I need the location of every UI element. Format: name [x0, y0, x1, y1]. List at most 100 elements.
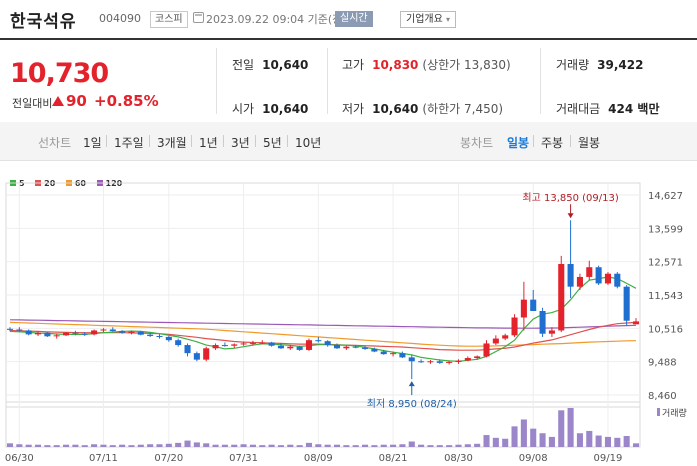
volume-bar	[315, 444, 322, 447]
candle-body	[100, 329, 107, 331]
candle-body	[44, 332, 51, 337]
volume-bar	[212, 444, 219, 447]
candle-body	[333, 345, 341, 349]
volume-bar	[483, 435, 490, 447]
x-tick-label: 06/30	[5, 453, 34, 464]
volume-bar	[520, 419, 527, 447]
candle-body	[343, 346, 350, 349]
candle-body	[427, 361, 434, 363]
candle-body	[558, 263, 565, 331]
x-tick-label: 09/08	[519, 453, 548, 464]
candle-body	[315, 340, 322, 342]
y-tick-label: 13,599	[648, 224, 683, 235]
candle-body	[277, 345, 284, 349]
candle-body	[371, 348, 378, 352]
candle-body	[511, 317, 518, 336]
candle-body	[464, 358, 471, 361]
volume-bar	[296, 445, 303, 447]
volume-bar	[371, 445, 378, 447]
volume-bar	[436, 445, 443, 447]
candlestick-chart: 14,627 13,599 12,571 11,543 10,516 9,488 8,460…	[5, 182, 687, 464]
volume-bar	[63, 444, 70, 447]
candle-body	[72, 332, 79, 334]
candle-body	[156, 335, 163, 337]
volume-bar	[446, 445, 453, 447]
candle-body	[81, 333, 88, 335]
volume-bar	[156, 444, 163, 447]
volume-bar	[576, 433, 583, 447]
volume-bar	[165, 443, 172, 447]
candle-body	[623, 286, 630, 321]
volume-bar	[324, 444, 331, 447]
candle-body	[576, 276, 583, 287]
candle-body	[231, 344, 238, 346]
volume-bar	[72, 444, 79, 447]
candle-body	[128, 331, 135, 333]
candle-body	[362, 347, 369, 349]
y-tick-label: 10,516	[648, 324, 683, 335]
candle-body	[212, 345, 219, 349]
candle-body	[147, 334, 154, 336]
candle-body	[259, 342, 266, 344]
candle-body	[408, 357, 415, 362]
volume-label: 거래량	[662, 407, 687, 419]
volume-bar	[614, 437, 621, 447]
candle-body	[492, 338, 499, 344]
volume-bar	[511, 426, 518, 447]
candle-body	[632, 321, 640, 325]
volume-bar	[100, 444, 107, 447]
x-tick-label: 08/30	[444, 453, 473, 464]
volume-bar	[408, 441, 415, 447]
candle-body	[34, 332, 42, 335]
y-tick-label: 14,627	[648, 191, 683, 202]
volume-bar	[240, 444, 247, 447]
candle-body	[119, 331, 126, 333]
candle-body	[436, 361, 443, 363]
volume-bar	[548, 436, 555, 447]
candle-body	[184, 345, 191, 354]
candle-body	[287, 346, 294, 349]
candle-body	[418, 361, 425, 363]
volume-bar	[530, 428, 537, 447]
volume-bar	[427, 445, 434, 447]
max-annotation: 최고 13,850 (09/13)	[522, 192, 618, 204]
candle-body	[25, 330, 32, 335]
volume-bar	[277, 445, 284, 447]
volume-bar	[492, 437, 499, 447]
candle-body	[305, 340, 313, 350]
volume-bar	[53, 445, 60, 447]
y-tick-label: 12,571	[648, 258, 683, 269]
volume-bar	[333, 444, 341, 447]
candle-body	[455, 360, 462, 362]
volume-bar	[595, 435, 602, 447]
volume-bar	[16, 444, 23, 447]
volume-bar	[502, 438, 509, 447]
volume-bar	[91, 444, 98, 447]
volume-bar	[390, 444, 397, 447]
candle-body	[446, 361, 453, 363]
candle-body	[193, 353, 200, 360]
volume-bar	[604, 436, 612, 447]
volume-bar	[632, 443, 640, 447]
candle-body	[53, 335, 60, 337]
candle-body	[165, 336, 172, 341]
volume-bar	[474, 443, 481, 447]
volume-bar	[128, 445, 135, 447]
volume-bar	[539, 433, 546, 447]
candle-body	[586, 267, 593, 277]
candle-body	[595, 267, 602, 284]
volume-bar	[567, 408, 574, 447]
candle-body	[203, 348, 210, 360]
x-tick-label: 07/31	[229, 453, 258, 464]
x-tick-label: 07/20	[154, 453, 183, 464]
volume-bar	[249, 444, 256, 447]
candle-body	[221, 345, 228, 347]
min-arrowhead	[408, 381, 415, 387]
candle-body	[109, 329, 116, 332]
volume-bar	[193, 442, 200, 447]
candle-body	[296, 346, 303, 350]
volume-bar	[231, 444, 238, 447]
x-tick-label: 09/19	[594, 453, 623, 464]
min-annotation: 최저 8,950 (08/24)	[367, 398, 457, 410]
candle-body	[380, 351, 387, 355]
